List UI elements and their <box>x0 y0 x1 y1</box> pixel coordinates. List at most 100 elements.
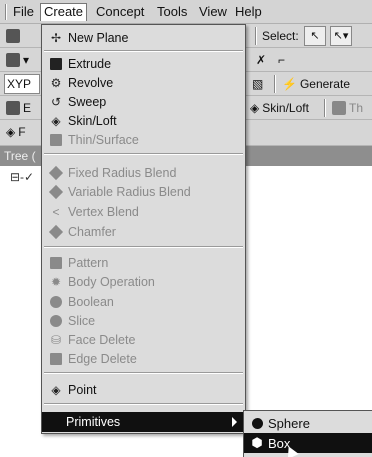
pattern-icon <box>48 255 64 271</box>
menu-item-fixed-radius-blend[interactable]: Fixed Radius Blend <box>42 163 245 183</box>
menu-separator <box>44 50 243 52</box>
menu-item-label: Edge Delete <box>68 352 137 366</box>
select-label: Select: <box>262 29 299 43</box>
menu-item-variable-radius-blend[interactable]: Variable Radius Blend <box>42 182 245 202</box>
point-toolbar-button[interactable]: ◈ F <box>6 122 26 142</box>
face-delete-icon: ⛁ <box>50 333 62 347</box>
fixed-radius-blend-icon <box>48 165 64 181</box>
menu-item-label: Pattern <box>68 256 109 270</box>
tree-root-node[interactable]: ⊟-✓ <box>10 170 34 184</box>
select-mode-button[interactable]: ↖ <box>304 26 326 46</box>
thin-surface-icon <box>332 101 346 115</box>
menu-tools[interactable]: Tools <box>154 3 190 21</box>
menu-create[interactable]: Create <box>40 3 88 21</box>
generate-icon: ⚡ <box>282 77 297 91</box>
generate-label: Generate <box>299 77 350 91</box>
menu-item-skin-loft[interactable]: ◈ Skin/Loft <box>42 111 245 131</box>
menu-item-label: Thin/Surface <box>68 133 139 147</box>
menu-item-extrude[interactable]: Extrude <box>42 54 245 74</box>
chamfer-icon <box>48 224 64 240</box>
menu-file[interactable]: File <box>10 3 37 21</box>
menu-item-label: Chamfer <box>68 225 116 239</box>
menu-item-chamfer[interactable]: Chamfer <box>42 222 245 242</box>
variable-radius-blend-icon <box>48 184 64 200</box>
plane-selector[interactable]: XYP <box>4 74 40 94</box>
menu-item-label: Fixed Radius Blend <box>68 166 177 180</box>
menu-item-label: Skin/Loft <box>68 114 117 128</box>
menu-item-slice[interactable]: Slice <box>42 311 245 331</box>
menu-item-new-plane[interactable]: ✢ New Plane <box>42 28 245 48</box>
display-mode-icon <box>6 53 20 67</box>
document-icon <box>6 29 20 43</box>
thin-surface-icon <box>48 132 64 148</box>
menu-item-label: Face Delete <box>68 333 136 347</box>
generate-button[interactable]: ⚡ Generate <box>282 74 350 94</box>
pin-icon[interactable]: ✗ <box>256 50 266 70</box>
extrude-icon <box>48 56 64 72</box>
submenu-item-box[interactable]: ⬢ Box <box>244 433 372 453</box>
menu-item-label: Extrude <box>68 57 112 71</box>
point-toolbar-label: F <box>18 125 26 139</box>
menu-item-sweep[interactable]: ↺ Sweep <box>42 92 245 112</box>
menu-view[interactable]: View <box>196 3 230 21</box>
axis-icon[interactable]: ⌐ <box>278 50 285 70</box>
thin-toolbar-button[interactable]: Th <box>332 98 363 118</box>
extrude-toolbar-button[interactable]: E <box>6 98 31 118</box>
skin-loft-toolbar-label: Skin/Loft <box>262 101 309 115</box>
toolbar-separator <box>324 99 326 117</box>
slice-icon <box>48 313 64 329</box>
menu-help[interactable]: Help <box>232 3 265 21</box>
sweep-icon: ↺ <box>50 95 62 109</box>
menu-concept[interactable]: Concept <box>93 3 147 21</box>
sketch-icon[interactable]: ▧ <box>252 74 263 94</box>
menu-item-edge-delete[interactable]: Edge Delete <box>42 349 245 369</box>
menu-separator <box>44 403 243 405</box>
skin-loft-icon: ◈ <box>51 114 61 128</box>
menu-item-label: Variable Radius Blend <box>68 185 191 199</box>
menu-item-point[interactable]: ◈ Point <box>42 380 245 400</box>
point-icon: ◈ <box>6 125 16 139</box>
menu-item-label: New Plane <box>68 31 129 45</box>
menu-item-primitives[interactable]: Primitives <box>42 412 245 432</box>
display-mode-dropdown[interactable]: ▾ <box>6 50 29 70</box>
extrude-icon <box>6 101 20 115</box>
menu-item-thin-surface[interactable]: Thin/Surface <box>42 130 245 150</box>
menu-separator <box>44 372 243 374</box>
toolbar-new-icon[interactable] <box>6 26 20 46</box>
menu-item-body-operation[interactable]: ✹ Body Operation <box>42 272 245 292</box>
skin-loft-icon: ◈ <box>250 101 260 115</box>
thin-toolbar-label: Th <box>349 101 364 115</box>
menubar-grip <box>5 4 7 20</box>
box-icon: ⬢ <box>251 435 263 450</box>
menu-item-vertex-blend[interactable]: < Vertex Blend <box>42 202 245 222</box>
menu-separator <box>44 153 243 155</box>
menu-item-label: Sweep <box>68 95 107 109</box>
menu-bar: File Create Concept Tools View Help <box>0 0 372 24</box>
submenu-arrow-icon <box>232 417 237 427</box>
sphere-icon <box>250 416 264 430</box>
submenu-item-sphere[interactable]: Sphere <box>244 413 372 433</box>
menu-item-label: Slice <box>68 314 96 328</box>
menu-item-label: Point <box>68 383 97 397</box>
toolbar-separator <box>274 75 276 93</box>
menu-item-label: Body Operation <box>68 275 155 289</box>
submenu-item-label: Sphere <box>268 415 310 431</box>
menu-item-label: Revolve <box>68 76 114 90</box>
menu-item-face-delete[interactable]: ⛁ Face Delete <box>42 330 245 350</box>
menu-item-revolve[interactable]: ⚙ Revolve <box>42 73 245 93</box>
menu-item-pattern[interactable]: Pattern <box>42 253 245 273</box>
edge-delete-icon <box>48 351 64 367</box>
point-icon: ◈ <box>51 383 61 397</box>
menu-item-boolean[interactable]: Boolean <box>42 292 245 312</box>
select-filter-dropdown[interactable]: ↖▾ <box>330 26 352 46</box>
skin-loft-toolbar-button[interactable]: ◈ Skin/Loft <box>250 98 309 118</box>
revolve-icon: ⚙ <box>50 76 62 90</box>
vertex-blend-icon: < <box>52 205 60 219</box>
boolean-icon <box>48 294 64 310</box>
menu-separator <box>44 246 243 248</box>
menu-item-label: Vertex Blend <box>68 205 139 219</box>
new-plane-icon: ✢ <box>50 31 62 45</box>
body-operation-icon: ✹ <box>50 275 62 289</box>
create-menu: ✢ New Plane Extrude ⚙ Revolve ↺ Sweep ◈ … <box>41 24 246 434</box>
primitives-submenu: Sphere ⬢ Box <box>243 410 372 457</box>
